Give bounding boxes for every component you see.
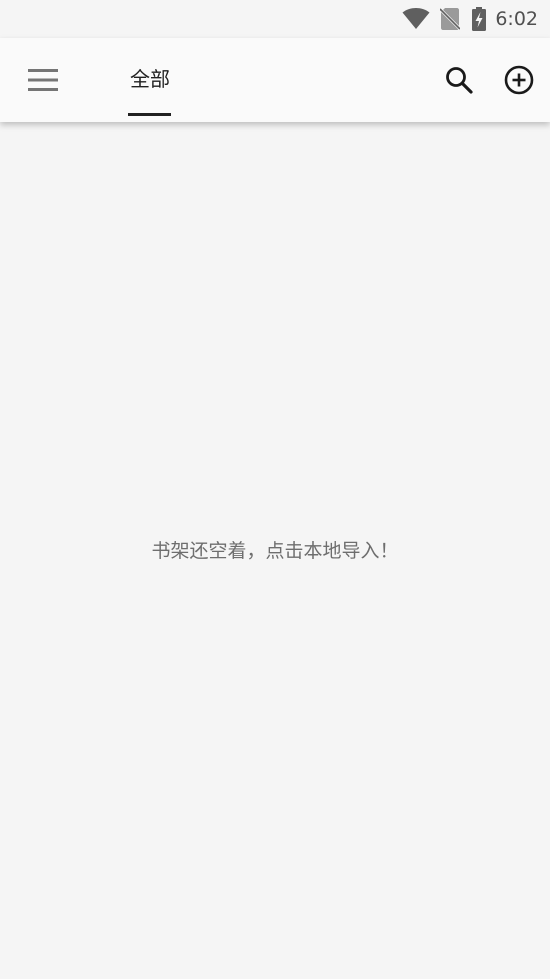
no-sim-icon (440, 8, 461, 30)
wifi-icon (402, 8, 430, 29)
add-button[interactable] (494, 55, 544, 105)
search-button[interactable] (434, 55, 484, 105)
tab-all-label: 全部 (130, 67, 170, 91)
battery-charging-icon (472, 7, 487, 31)
bookshelf-content: 书架还空着，点击本地导入！ (0, 122, 550, 979)
status-icons: 6:02 (402, 5, 538, 33)
add-circle-icon (504, 65, 534, 95)
bookshelf-screen: 6:02 全部 书架还空着，点击本地导入！ (0, 0, 550, 979)
search-icon (446, 67, 473, 94)
tab-all[interactable]: 全部 (118, 38, 182, 122)
toolbar: 全部 (0, 38, 550, 122)
tab-selected-indicator (128, 113, 171, 116)
menu-button[interactable] (18, 55, 68, 105)
clock: 6:02 (495, 8, 538, 30)
status-bar: 6:02 (0, 0, 550, 38)
empty-shelf-message[interactable]: 书架还空着，点击本地导入！ (0, 538, 550, 564)
hamburger-menu-icon (28, 69, 58, 91)
